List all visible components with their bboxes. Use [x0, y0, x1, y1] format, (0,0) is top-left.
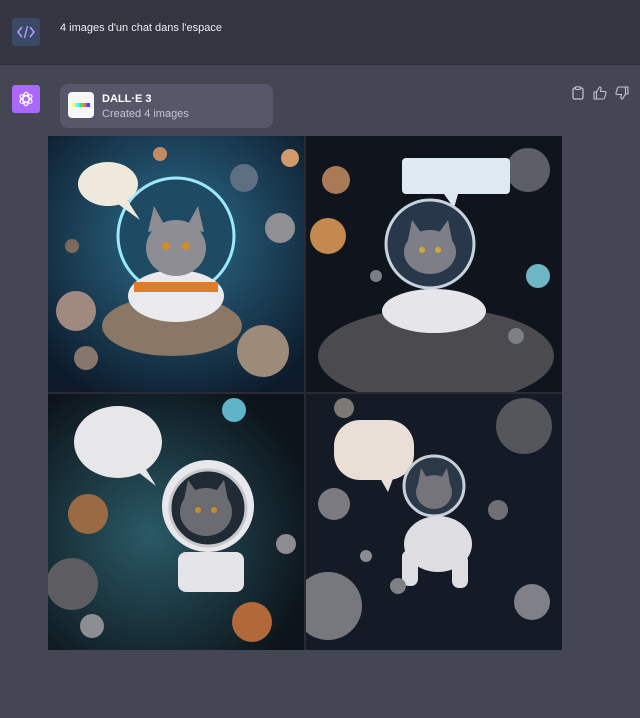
assistant-avatar [12, 85, 40, 113]
openai-logo-icon [19, 91, 33, 107]
generated-image-1[interactable] [48, 136, 304, 392]
thumbs-down-icon [615, 86, 629, 100]
image-grid [48, 136, 562, 650]
copy-button[interactable] [570, 85, 586, 101]
user-message: 4 images d'un chat dans l'espace [0, 0, 640, 65]
user-prompt-text: 4 images d'un chat dans l'espace [60, 22, 222, 34]
dalle-logo-icon [68, 92, 94, 118]
dalle-tool-card[interactable]: DALL·E 3 Created 4 images [60, 84, 273, 128]
tool-status: Created 4 images [102, 108, 189, 120]
generated-image-2[interactable] [306, 136, 562, 392]
assistant-message: DALL·E 3 Created 4 images [0, 65, 640, 718]
tool-name: DALL·E 3 [102, 93, 152, 105]
thumbs-down-button[interactable] [614, 85, 630, 101]
user-avatar [12, 18, 40, 46]
generated-image-3[interactable] [48, 394, 304, 650]
generated-image-4[interactable] [306, 394, 562, 650]
thumbs-up-button[interactable] [592, 85, 608, 101]
thumbs-up-icon [593, 86, 607, 100]
message-actions [570, 85, 630, 101]
code-icon [17, 25, 35, 39]
clipboard-icon [572, 86, 584, 100]
